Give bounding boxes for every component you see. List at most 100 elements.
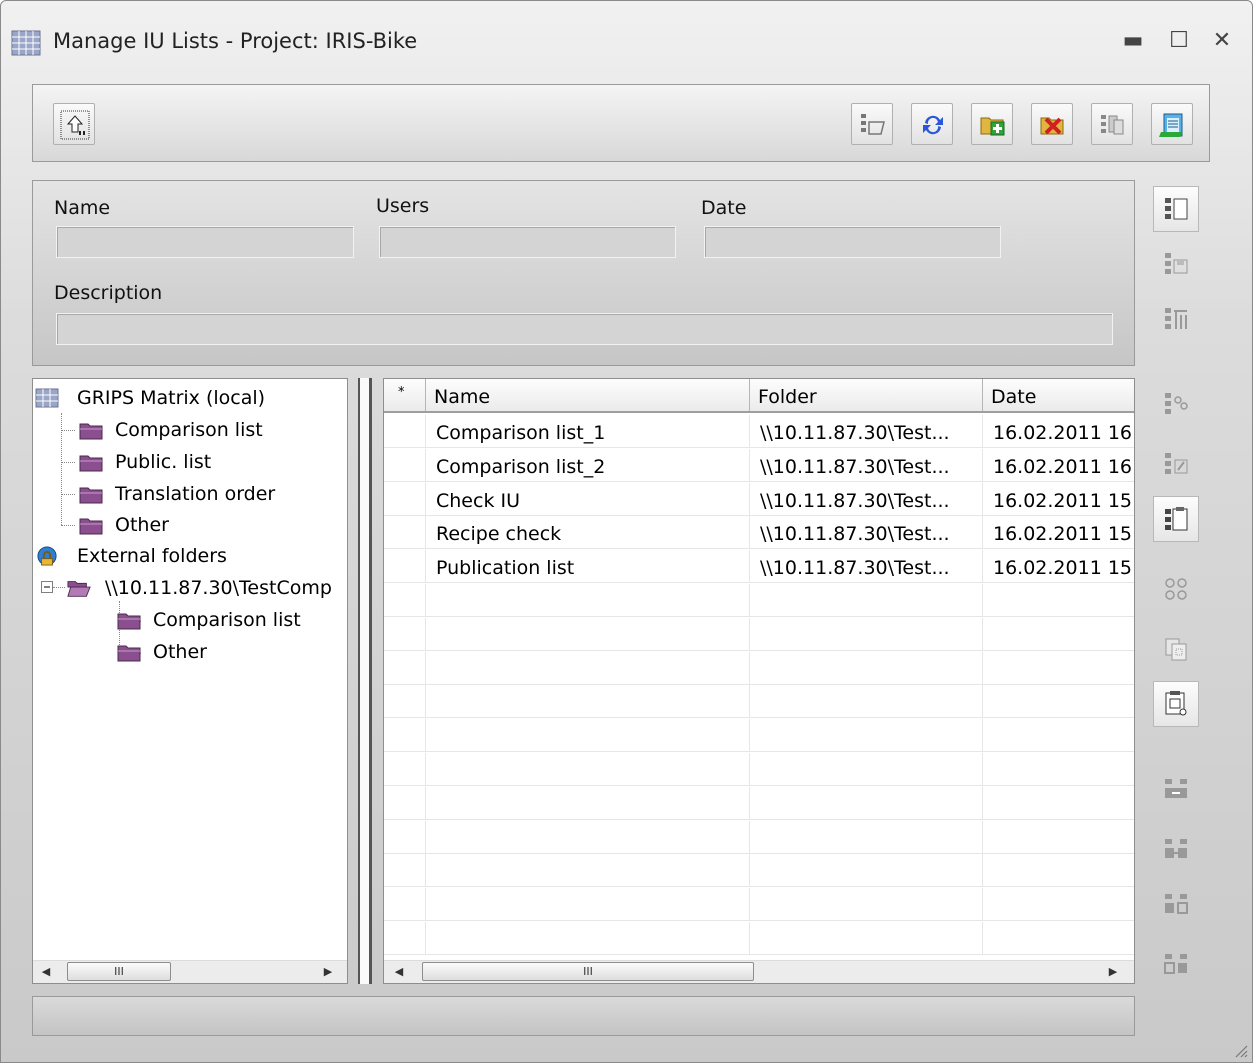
cell-date: 16.02.2011 15 bbox=[993, 523, 1133, 546]
description-field[interactable] bbox=[56, 313, 1113, 345]
users-field[interactable] bbox=[379, 226, 676, 258]
resize-grip-icon[interactable] bbox=[1232, 1042, 1248, 1058]
copy-list-button[interactable] bbox=[1091, 103, 1133, 145]
table-row[interactable]: Publication list \\10.11.87.30\Test... 16.… bbox=[384, 550, 1134, 584]
delete-list-button[interactable] bbox=[1031, 103, 1073, 145]
tree-connector bbox=[61, 430, 75, 431]
date-field[interactable] bbox=[704, 226, 1001, 258]
cell-name: Recipe check bbox=[426, 516, 750, 550]
empty-table-row bbox=[384, 820, 1134, 854]
scroll-right-arrow-icon[interactable]: ▶ bbox=[317, 961, 339, 983]
cell-folder: \\10.11.87.30\Test... bbox=[750, 482, 983, 516]
panel-splitter[interactable] bbox=[358, 378, 372, 984]
cell-name bbox=[426, 651, 750, 685]
copy-iu-button[interactable] bbox=[1153, 626, 1199, 672]
cell-folder bbox=[750, 786, 983, 820]
open-folder-button[interactable] bbox=[851, 103, 893, 145]
column-header-folder[interactable]: Folder bbox=[750, 379, 983, 411]
table-row[interactable]: Check IU \\10.11.87.30\Test... 16.02.2011 … bbox=[384, 482, 1134, 516]
cell-date bbox=[983, 618, 1134, 651]
scroll-right-arrow-icon[interactable]: ▶ bbox=[1102, 961, 1124, 983]
list-settings-button[interactable] bbox=[1153, 296, 1199, 342]
add-list-button[interactable] bbox=[971, 103, 1013, 145]
new-list-button[interactable] bbox=[1153, 186, 1199, 232]
cell-name bbox=[426, 584, 750, 617]
clipboard-icon bbox=[1165, 507, 1188, 531]
compare-1-button[interactable] bbox=[1153, 766, 1199, 812]
compare-3-icon bbox=[1165, 894, 1188, 914]
cell-date bbox=[983, 821, 1134, 854]
tree-connector bbox=[61, 525, 75, 526]
column-header-date[interactable]: Date bbox=[983, 379, 1134, 411]
edit-list-icon bbox=[1165, 453, 1188, 474]
folder-icon bbox=[79, 455, 103, 472]
cell-date bbox=[983, 922, 1134, 955]
save-list-button[interactable] bbox=[1153, 241, 1199, 287]
new-list-icon bbox=[1165, 198, 1188, 220]
tree-label: Translation order bbox=[115, 483, 276, 505]
empty-table-row bbox=[384, 651, 1134, 685]
edit-list-button[interactable] bbox=[1153, 441, 1199, 487]
table-row[interactable]: Comparison list_2 \\10.11.87.30\Test... 16… bbox=[384, 448, 1134, 482]
cell-folder bbox=[750, 922, 983, 955]
collapse-icon[interactable] bbox=[41, 581, 53, 593]
notepad-icon bbox=[1159, 113, 1183, 137]
cell-name: Check IU bbox=[426, 482, 750, 516]
cell-folder bbox=[750, 753, 983, 786]
cell-date bbox=[983, 854, 1134, 887]
up-level-button[interactable] bbox=[53, 103, 95, 145]
table-row[interactable]: Comparison list_1 \\10.11.87.30\Test... 16… bbox=[384, 415, 1134, 448]
users-button[interactable] bbox=[1153, 566, 1199, 612]
iu-lists-grid: * Name Folder Date Comparison list_1 \\10… bbox=[383, 378, 1135, 984]
folder-icon bbox=[79, 423, 103, 440]
cell-name bbox=[426, 617, 750, 651]
tree-label: External folders bbox=[77, 545, 227, 567]
folder-tree: GRIPS Matrix (local) Comparison list Pub… bbox=[32, 378, 348, 984]
name-field[interactable] bbox=[56, 226, 354, 258]
scroll-thumb[interactable]: III bbox=[422, 962, 754, 981]
cell-star bbox=[384, 820, 426, 854]
scroll-thumb[interactable]: III bbox=[67, 962, 171, 981]
folder-icon bbox=[117, 613, 141, 630]
compare-2-button[interactable] bbox=[1153, 826, 1199, 872]
clipboard-button[interactable] bbox=[1153, 496, 1199, 542]
maximize-button[interactable]: ☐ bbox=[1161, 23, 1197, 59]
empty-table-row bbox=[384, 753, 1134, 786]
column-header-name[interactable]: Name bbox=[426, 379, 750, 411]
tree-connector bbox=[53, 587, 65, 588]
cell-date: 16.02.2011 15 bbox=[993, 557, 1133, 580]
cell-star bbox=[384, 550, 426, 584]
refresh-button[interactable] bbox=[911, 103, 953, 145]
compare-2-icon bbox=[1165, 839, 1187, 858]
empty-table-row bbox=[384, 584, 1134, 617]
grid-horizontal-scrollbar[interactable]: ◀ III ▶ bbox=[384, 960, 1134, 983]
cell-date bbox=[983, 888, 1134, 921]
close-button[interactable]: ✕ bbox=[1204, 23, 1240, 59]
description-label: Description bbox=[54, 282, 163, 304]
link-list-button[interactable] bbox=[1153, 381, 1199, 427]
cell-star bbox=[384, 651, 426, 685]
empty-table-row bbox=[384, 922, 1134, 955]
cell-name bbox=[426, 820, 750, 854]
open-folder-icon bbox=[861, 114, 885, 135]
link-list-icon bbox=[1165, 393, 1188, 414]
tree-label: Other bbox=[153, 641, 207, 663]
column-header-star[interactable]: * bbox=[384, 379, 426, 411]
scroll-left-arrow-icon[interactable]: ◀ bbox=[35, 961, 57, 983]
minimize-button[interactable]: ▬ bbox=[1115, 23, 1151, 59]
cell-star bbox=[384, 685, 426, 719]
scroll-left-arrow-icon[interactable]: ◀ bbox=[388, 961, 410, 983]
notes-button[interactable] bbox=[1151, 103, 1193, 145]
manage-iu-lists-window: Manage IU Lists - Project: IRIS-Bike ▬ ☐… bbox=[0, 0, 1253, 1063]
cell-folder bbox=[750, 888, 983, 922]
cell-star bbox=[384, 482, 426, 516]
tree-label: Comparison list bbox=[153, 609, 301, 631]
cell-star bbox=[384, 786, 426, 820]
export-button[interactable] bbox=[1153, 681, 1199, 727]
empty-table-row bbox=[384, 719, 1134, 753]
cell-folder bbox=[750, 584, 983, 617]
tree-horizontal-scrollbar[interactable]: ◀ III ▶ bbox=[33, 960, 347, 983]
compare-3-button[interactable] bbox=[1153, 881, 1199, 927]
table-row[interactable]: Recipe check \\10.11.87.30\Test... 16.02.2… bbox=[384, 516, 1134, 550]
compare-4-button[interactable] bbox=[1153, 941, 1199, 987]
